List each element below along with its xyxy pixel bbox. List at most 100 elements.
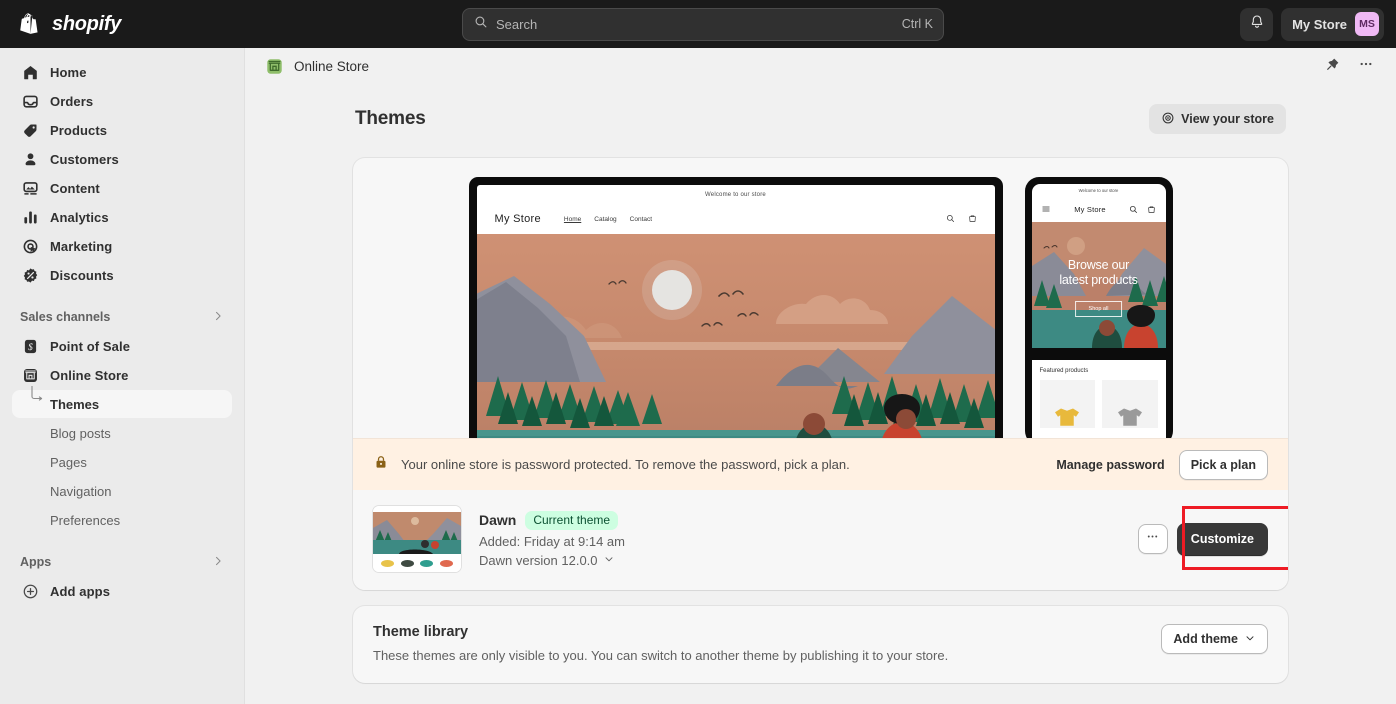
desktop-nav-link-home[interactable]: Home [564, 216, 581, 223]
sidebar-item-label: Point of Sale [50, 338, 131, 354]
theme-thumbnail[interactable] [373, 506, 461, 572]
theme-library-header: Theme library These themes are only visi… [373, 624, 1268, 663]
page-header-bar: Online Store [245, 48, 1396, 85]
desktop-nav-links: Home Catalog Contact [564, 216, 652, 223]
sidebar-item-label: Online Store [50, 367, 129, 383]
color-swatch [439, 559, 453, 567]
global-search[interactable]: Search Ctrl K [462, 7, 944, 41]
status-badge: Current theme [525, 510, 619, 530]
manage-password-button[interactable]: Manage password [1056, 458, 1164, 472]
cart-icon [1147, 201, 1156, 219]
mobile-announcement-bar: Welcome to our store [1078, 188, 1119, 193]
store-name-label: My Store [1292, 16, 1347, 32]
page-header-title: Online Store [294, 59, 370, 74]
mobile-preview[interactable]: Welcome to our store My Store Browse our… [1024, 177, 1173, 438]
search-box[interactable]: Search Ctrl K [462, 7, 944, 41]
bell-icon [1249, 14, 1265, 35]
sidebar-item-products[interactable]: Products [12, 116, 232, 144]
desktop-nav-link-contact[interactable]: Contact [630, 216, 652, 223]
sidebar-item-point-of-sale[interactable]: $ Point of Sale [12, 332, 232, 360]
chevron-right-icon[interactable] [212, 310, 224, 325]
sidebar-item-blog-posts[interactable]: Blog posts [12, 419, 232, 447]
marketing-target-icon [20, 236, 40, 256]
page-title-row: Themes View your store [353, 104, 1288, 134]
store-switcher-button[interactable]: My Store MS [1281, 7, 1384, 41]
sidebar-section-label: Apps [20, 555, 52, 569]
mobile-product-card[interactable] [1102, 380, 1158, 428]
mobile-featured-products-title: Featured products [1039, 368, 1089, 374]
theme-library-heading-group: Theme library These themes are only visi… [373, 624, 948, 663]
theme-version-label: Dawn version 12.0.0 [479, 552, 598, 568]
sidebar-item-content[interactable]: Content [12, 174, 232, 202]
sidebar-item-label: Orders [50, 93, 94, 109]
sidebar-item-analytics[interactable]: Analytics [12, 203, 232, 231]
sidebar-item-online-store[interactable]: Online Store [12, 361, 232, 389]
shopify-brand-label: shopify [52, 12, 122, 35]
more-horizontal-icon [1145, 529, 1160, 549]
more-horizontal-icon [1358, 56, 1374, 77]
search-icon [1129, 201, 1138, 219]
sidebar-item-label: Pages [50, 454, 87, 470]
theme-version-dropdown[interactable]: Dawn version 12.0.0 [479, 553, 625, 568]
page-header-actions [1318, 53, 1380, 81]
mobile-hero-illustration: Browse our latest products Shop all [1031, 222, 1166, 348]
desktop-preview-screen: Welcome to our store My Store Home Catal… [476, 185, 995, 438]
page-scroll-area[interactable]: Themes View your store Welcome to our st… [245, 85, 1396, 704]
desktop-preview[interactable]: Welcome to our store My Store Home Catal… [468, 177, 1003, 438]
sidebar-item-label: Products [50, 122, 108, 138]
lock-icon [373, 454, 389, 475]
desktop-nav-link-catalog[interactable]: Catalog [594, 216, 616, 223]
mobile-hero-shop-all-button[interactable]: Shop all [1074, 301, 1123, 317]
content-image-icon [20, 178, 40, 198]
sidebar-item-home[interactable]: Home [12, 58, 232, 86]
online-store-icon [20, 365, 40, 385]
sidebar-item-pages[interactable]: Pages [12, 448, 232, 476]
pin-button[interactable] [1318, 53, 1346, 81]
sidebar-item-preferences[interactable]: Preferences [12, 506, 232, 534]
customize-button[interactable]: Customize [1176, 522, 1268, 556]
sidebar-item-discounts[interactable]: Discounts [12, 261, 232, 289]
mobile-product-card[interactable] [1039, 380, 1095, 428]
search-icon [946, 210, 955, 228]
sidebar-item-marketing[interactable]: Marketing [12, 232, 232, 260]
avatar: MS [1355, 12, 1379, 36]
bar-chart-icon [20, 207, 40, 227]
sidebar: Home Orders Products Customers Content A… [0, 48, 245, 704]
sidebar-item-customers[interactable]: Customers [12, 145, 232, 173]
view-eye-icon [1161, 111, 1175, 128]
theme-more-menu-button[interactable] [1137, 524, 1168, 554]
theme-library-title: Theme library [373, 624, 469, 640]
shopify-brand[interactable]: shopify [0, 12, 227, 37]
mobile-featured-products-section: Featured products [1031, 360, 1166, 428]
desktop-store-logo: My Store [494, 213, 541, 225]
notifications-button[interactable] [1240, 7, 1274, 41]
add-theme-button[interactable]: Add theme [1161, 624, 1268, 654]
page-more-menu-button[interactable] [1352, 53, 1380, 81]
sidebar-section-sales-channels[interactable]: Sales channels [12, 302, 232, 332]
sidebar-item-orders[interactable]: Orders [12, 87, 232, 115]
add-theme-label: Add theme [1173, 632, 1238, 646]
cart-icon [968, 210, 977, 228]
mobile-hero-heading: Browse our latest products [1032, 258, 1166, 287]
color-swatch [400, 559, 414, 567]
password-banner-actions: Manage password Pick a plan [1056, 449, 1268, 480]
pick-a-plan-button[interactable]: Pick a plan [1178, 449, 1268, 480]
online-store-green-icon [265, 57, 284, 76]
sidebar-item-add-apps[interactable]: Add apps [12, 577, 232, 605]
sidebar-section-apps[interactable]: Apps [12, 547, 232, 577]
search-input[interactable]: Search [496, 17, 894, 32]
desktop-store-nav: My Store Home Catalog Contact [477, 204, 995, 234]
sidebar-item-label: Analytics [50, 209, 109, 225]
mobile-store-logo: My Store [1074, 205, 1106, 214]
mobile-product-grid [1039, 380, 1158, 428]
product-tag-icon [20, 120, 40, 140]
sidebar-item-label: Home [50, 64, 87, 80]
desktop-hero-illustration [476, 234, 995, 438]
current-theme-card: Welcome to our store My Store Home Catal… [353, 158, 1288, 590]
theme-library-section: Theme library These themes are only visi… [353, 606, 1288, 683]
chevron-right-icon[interactable] [212, 555, 224, 570]
sidebar-item-navigation[interactable]: Navigation [12, 477, 232, 505]
sidebar-item-label: Customers [50, 151, 119, 167]
sidebar-item-themes[interactable]: Themes [12, 386, 232, 418]
view-your-store-button[interactable]: View your store [1149, 104, 1286, 134]
